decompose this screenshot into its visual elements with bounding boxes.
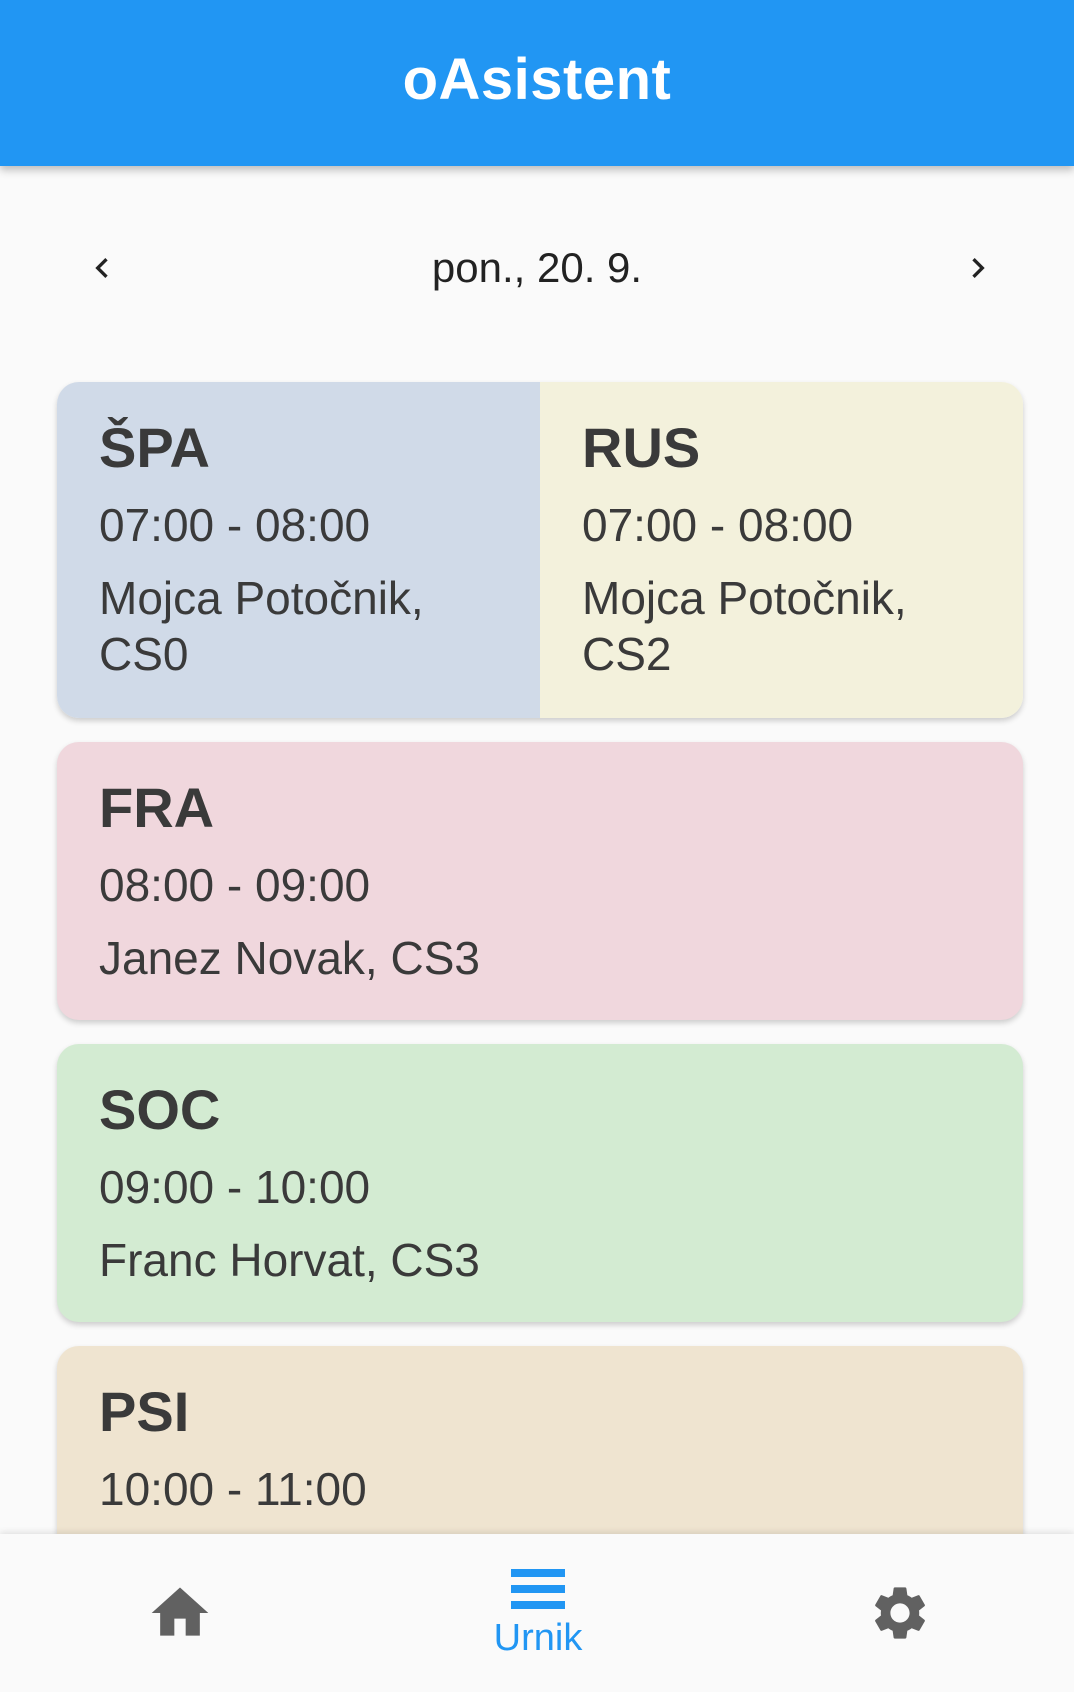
nav-settings[interactable]	[800, 1534, 1000, 1692]
lesson-card[interactable]: ŠPA 07:00 - 08:00 Mojca Potočnik, CS0	[57, 382, 540, 718]
app-bar: oAsistent	[0, 0, 1074, 166]
lesson-teacher-room: Janez Novak, CS3	[99, 932, 480, 984]
lesson-time: 07:00 - 08:00	[582, 499, 854, 551]
lesson-subject: FRA	[99, 776, 215, 839]
nav-schedule-label: Urnik	[493, 1616, 583, 1659]
lesson-teacher-room: Mojca Potočnik, CS2	[582, 572, 907, 680]
lesson-teacher-room: Mojca Potočnik, CS0	[99, 572, 424, 680]
lesson-time: 08:00 - 09:00	[99, 859, 371, 911]
app-title: oAsistent	[402, 46, 672, 112]
lesson-content: FRA 08:00 - 09:00 Janez Novak, CS3	[57, 742, 1023, 1020]
app-screen: oAsistent pon., 20. 9. ŠPA 07:00 - 08:00…	[0, 0, 1074, 1692]
lesson-subject: SOC	[99, 1078, 221, 1141]
lesson-subject: PSI	[99, 1380, 190, 1443]
lesson-card-group: ŠPA 07:00 - 08:00 Mojca Potočnik, CS0 RU…	[57, 382, 1023, 718]
nav-home[interactable]	[80, 1534, 280, 1692]
chevron-right-icon	[972, 258, 985, 278]
nav-schedule[interactable]: Urnik	[438, 1534, 638, 1692]
gear-icon	[875, 1587, 925, 1639]
lesson-card[interactable]: RUS 07:00 - 08:00 Mojca Potočnik, CS2	[540, 382, 1023, 718]
lesson-time: 10:00 - 11:00	[99, 1463, 367, 1515]
lesson-content: SOC 09:00 - 10:00 Franc Horvat, CS3	[57, 1044, 1023, 1322]
lesson-card[interactable]: SOC 09:00 - 10:00 Franc Horvat, CS3	[57, 1044, 1023, 1322]
bottom-navigation: Urnik	[0, 1534, 1074, 1692]
lesson-time: 09:00 - 10:00	[99, 1161, 371, 1213]
schedule-list: ŠPA 07:00 - 08:00 Mojca Potočnik, CS0 RU…	[57, 382, 1023, 1648]
lesson-teacher-room: Franc Horvat, CS3	[99, 1234, 480, 1286]
current-date: pon., 20. 9.	[431, 244, 643, 291]
date-navigation: pon., 20. 9.	[0, 220, 1074, 316]
lesson-subject: ŠPA	[99, 416, 210, 479]
next-day-button[interactable]	[940, 230, 1016, 306]
lesson-card[interactable]: FRA 08:00 - 09:00 Janez Novak, CS3	[57, 742, 1023, 1020]
lesson-subject: RUS	[582, 416, 701, 479]
schedule-list-icon	[511, 1568, 565, 1609]
lesson-time: 07:00 - 08:00	[99, 499, 371, 551]
home-icon	[151, 1587, 209, 1636]
